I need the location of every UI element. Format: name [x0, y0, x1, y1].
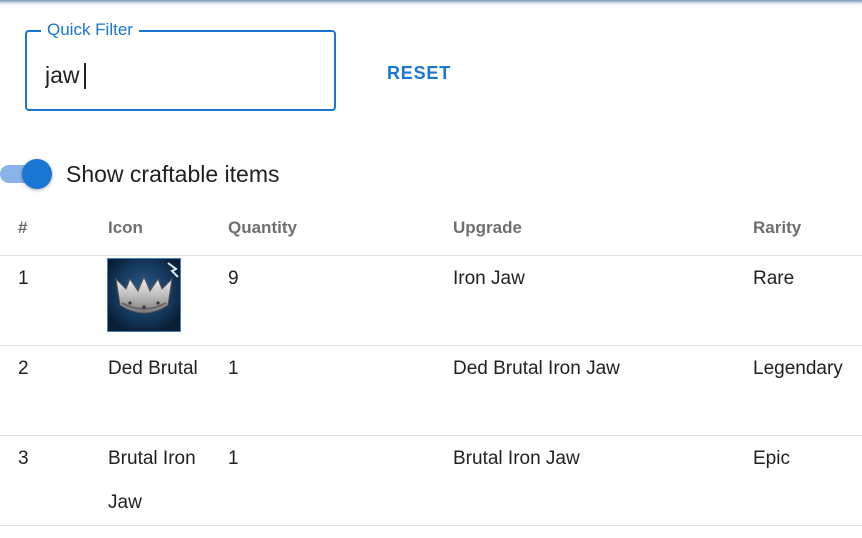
- quick-filter-field[interactable]: Quick Filter: [25, 20, 336, 111]
- rarity-value: Epic: [753, 448, 790, 469]
- table-row[interactable]: 1 9 Iron Jaw Rare: [0, 256, 862, 346]
- craftable-toggle-label: Show craftable items: [66, 161, 280, 187]
- column-header-upgrade[interactable]: Upgrade: [453, 218, 522, 238]
- column-header-quantity[interactable]: Quantity: [228, 218, 297, 238]
- craftable-toggle[interactable]: [0, 156, 56, 192]
- quantity-value: 9: [228, 268, 239, 289]
- row-number: 2: [18, 358, 29, 379]
- rarity-value: Legendary: [753, 358, 843, 379]
- row-number: 3: [18, 448, 29, 469]
- quantity-value: 1: [228, 448, 239, 469]
- table-header-row: # Icon Quantity Upgrade Rarity: [0, 206, 862, 256]
- quick-filter-label: Quick Filter: [41, 20, 139, 40]
- items-table: # Icon Quantity Upgrade Rarity 1 9 Iron …: [0, 206, 862, 526]
- toggle-thumb[interactable]: [22, 159, 52, 189]
- icon-fallback-text: Brutal Iron Jaw: [108, 448, 196, 513]
- row-number: 1: [18, 268, 29, 289]
- app-bar-shadow: [0, 0, 862, 6]
- table-row[interactable]: 2 Ded Brutal 1 Ded Brutal Iron Jaw Legen…: [0, 346, 862, 436]
- text-caret: [84, 63, 86, 89]
- icon-fallback-text: Ded Brutal: [108, 358, 198, 379]
- reset-button[interactable]: RESET: [378, 54, 460, 92]
- quantity-value: 1: [228, 358, 239, 379]
- upgrade-value: Brutal Iron Jaw: [453, 448, 580, 469]
- table-row[interactable]: 3 Brutal Iron Jaw 1 Brutal Iron Jaw Epic: [0, 436, 862, 526]
- rarity-value: Rare: [753, 268, 795, 289]
- upgrade-value: Ded Brutal Iron Jaw: [453, 358, 620, 379]
- column-header-icon[interactable]: Icon: [108, 218, 203, 238]
- iron-jaw-icon: [107, 258, 181, 332]
- column-header-number[interactable]: #: [18, 218, 27, 238]
- column-header-rarity[interactable]: Rarity: [753, 218, 801, 238]
- upgrade-value: Iron Jaw: [453, 268, 525, 289]
